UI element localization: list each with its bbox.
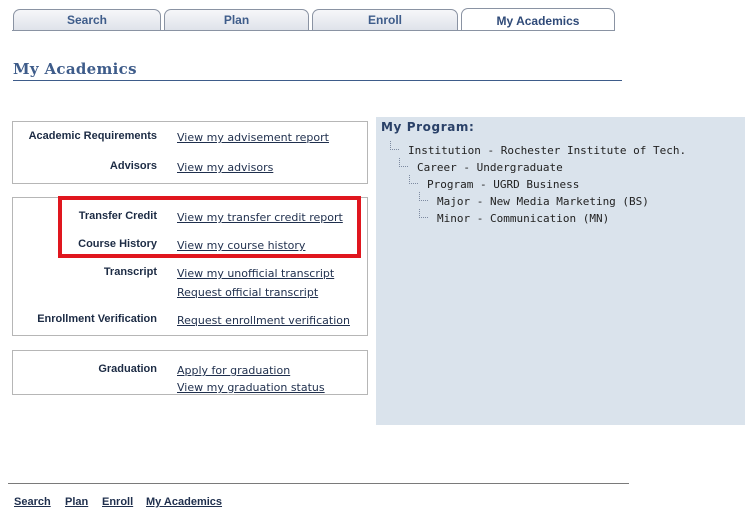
advisors-link[interactable]: View my advisors [177, 161, 273, 174]
tab-my-academics[interactable]: My Academics [461, 8, 615, 31]
graduation-label: Graduation [98, 363, 157, 375]
tab-plan[interactable]: Plan [164, 9, 309, 30]
enrollment-verification-label: Enrollment Verification [37, 313, 157, 325]
tree-connector-icon [419, 192, 428, 201]
graduation-status-link[interactable]: View my graduation status [177, 381, 325, 394]
requirements-box: Academic Requirements View my advisement… [12, 121, 368, 184]
tab-search[interactable]: Search [13, 9, 161, 30]
footer-link-my-academics[interactable]: My Academics [146, 496, 222, 508]
tree-item-career: Career - Undergraduate [417, 161, 563, 174]
tree-item-minor: Minor - Communication (MN) [437, 212, 610, 225]
tree-item-program: Program - UGRD Business [427, 178, 580, 191]
tree-connector-icon [399, 158, 408, 167]
my-program-panel: My Program: Institution - Rochester Inst… [376, 117, 745, 425]
graduation-box: Graduation Apply for graduation View my … [12, 350, 368, 395]
footer-link-enroll[interactable]: Enroll [102, 496, 133, 508]
footer-divider [8, 483, 629, 484]
tree-connector-icon [390, 141, 399, 150]
tree-item-institution: Institution - Rochester Institute of Tec… [408, 144, 687, 157]
tab-enroll[interactable]: Enroll [312, 9, 458, 30]
tree-connector-icon [419, 209, 428, 218]
tree-connector-icon [409, 175, 418, 184]
footer-link-search[interactable]: Search [14, 496, 51, 508]
advisors-label: Advisors [109, 160, 157, 172]
academic-requirements-label: Academic Requirements [28, 130, 157, 142]
advisement-report-link[interactable]: View my advisement report [177, 131, 329, 144]
apply-graduation-link[interactable]: Apply for graduation [177, 364, 290, 377]
transcript-label: Transcript [103, 266, 157, 278]
highlight-annotation [58, 196, 361, 258]
tab-bar-divider [12, 30, 615, 31]
title-rule [13, 80, 622, 81]
tree-item-major: Major - New Media Marketing (BS) [437, 195, 649, 208]
official-transcript-link[interactable]: Request official transcript [177, 286, 318, 299]
enrollment-verification-link[interactable]: Request enrollment verification [177, 314, 350, 327]
footer-link-plan[interactable]: Plan [65, 496, 88, 508]
page-title: My Academics [13, 60, 137, 78]
unofficial-transcript-link[interactable]: View my unofficial transcript [177, 267, 334, 280]
program-title: My Program: [381, 120, 475, 134]
